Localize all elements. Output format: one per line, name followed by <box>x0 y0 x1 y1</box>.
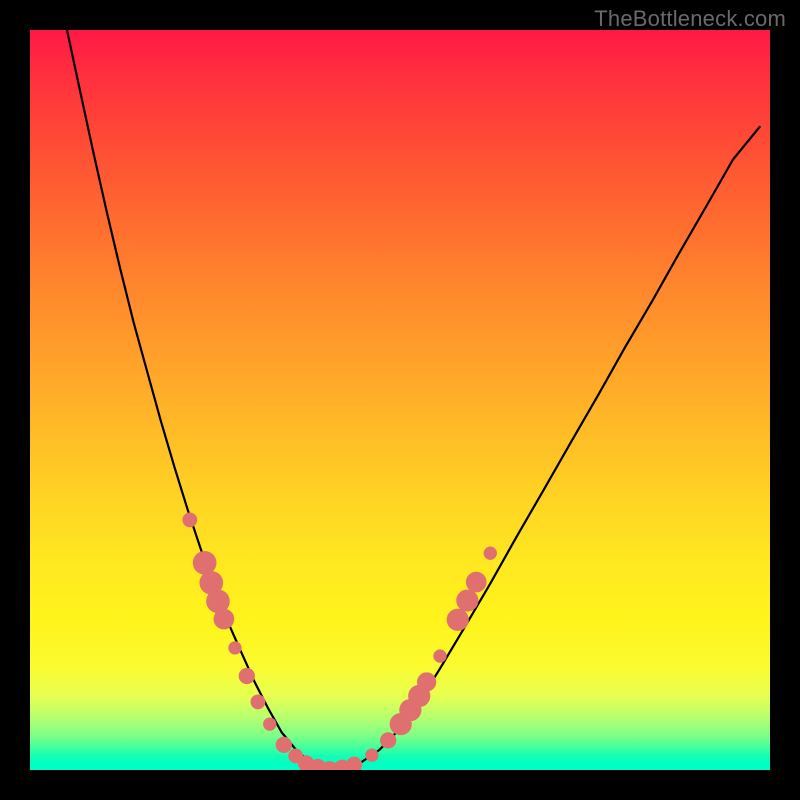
chart-frame: TheBottleneck.com <box>0 0 800 800</box>
data-marker <box>466 572 487 593</box>
data-marker <box>433 649 446 662</box>
data-marker <box>251 695 266 710</box>
data-marker <box>417 672 436 691</box>
data-marker <box>263 717 276 730</box>
chart-svg <box>30 30 770 770</box>
watermark-text: TheBottleneck.com <box>594 6 786 32</box>
data-marker <box>214 609 235 630</box>
data-marker <box>365 749 378 762</box>
data-marker <box>484 547 497 560</box>
plot-area <box>30 30 770 770</box>
data-marker <box>447 609 469 631</box>
data-marker <box>456 589 478 611</box>
bottleneck-curve <box>67 30 760 770</box>
data-marker <box>239 668 255 684</box>
data-marker <box>276 737 292 753</box>
data-marker <box>182 512 197 527</box>
data-marker <box>380 732 396 748</box>
marker-group <box>182 512 497 770</box>
data-marker <box>346 757 362 770</box>
data-marker <box>228 641 241 654</box>
